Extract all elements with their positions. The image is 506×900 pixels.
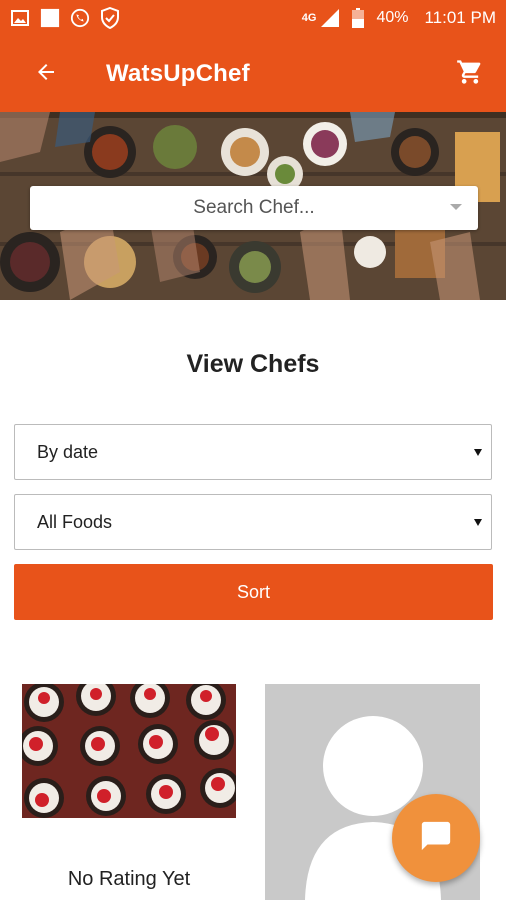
sort-button[interactable]: Sort <box>14 564 493 620</box>
image-icon <box>10 8 30 28</box>
food-filter-value: All Foods <box>37 511 113 532</box>
page-title: View Chefs <box>186 350 320 378</box>
app-bar: WatsUpChef <box>0 36 506 112</box>
chat-icon <box>419 819 453 858</box>
chef-card-image[interactable] <box>22 684 236 818</box>
sort-by-value: By date <box>37 441 99 462</box>
battery-level: 40% <box>376 9 409 26</box>
clock: 11:01 PM <box>424 8 496 27</box>
chef-rating: No Rating Yet <box>67 868 191 890</box>
square-icon <box>40 8 60 28</box>
network-type: 4G <box>301 12 317 24</box>
dropdown-arrow-icon <box>474 519 482 526</box>
back-button[interactable] <box>16 44 76 104</box>
search-placeholder: Search Chef... <box>193 197 315 218</box>
app-title: WatsUpChef <box>106 60 250 87</box>
cart-icon <box>456 58 484 91</box>
cart-button[interactable] <box>448 52 492 96</box>
status-bar: 4G 40% 11:01 PM <box>0 0 506 36</box>
arrow-left-icon <box>34 60 58 89</box>
whatsapp-icon <box>70 8 90 28</box>
food-filter-select[interactable]: All Foods <box>14 494 492 550</box>
chat-button[interactable] <box>392 794 480 882</box>
cupcakes-image <box>22 684 236 818</box>
battery-icon <box>348 8 368 28</box>
shield-icon <box>100 7 120 29</box>
sort-by-select[interactable]: By date <box>14 424 492 480</box>
caret-down-icon <box>450 204 462 210</box>
search-chef-dropdown[interactable]: Search Chef... <box>30 186 478 230</box>
signal-icon <box>320 8 340 28</box>
dropdown-arrow-icon <box>474 449 482 456</box>
